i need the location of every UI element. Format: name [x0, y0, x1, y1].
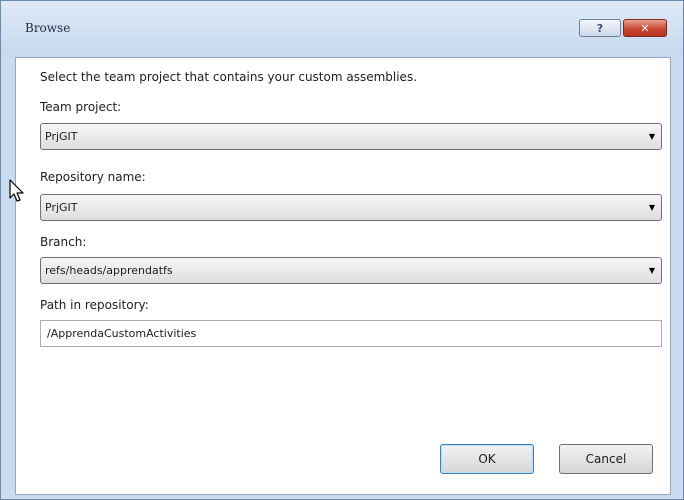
branch-label: Branch: — [40, 235, 87, 249]
browse-dialog-window: Browse ? ✕ Select the team project that … — [0, 0, 684, 500]
team-project-value: PrjGIT — [45, 130, 78, 143]
path-field[interactable] — [40, 320, 662, 347]
window-title: Browse — [25, 21, 71, 35]
chevron-down-icon: ▼ — [648, 266, 655, 275]
branch-dropdown[interactable]: refs/heads/apprendatfs ▼ — [40, 257, 662, 284]
chevron-down-icon: ▼ — [648, 132, 655, 141]
help-button[interactable]: ? — [579, 19, 621, 37]
chevron-down-icon: ▼ — [648, 203, 655, 212]
instruction-text: Select the team project that contains yo… — [40, 70, 418, 84]
help-icon: ? — [596, 21, 604, 35]
title-buttons: ? ✕ — [579, 19, 667, 37]
repository-name-label: Repository name: — [40, 170, 146, 184]
team-project-label: Team project: — [40, 100, 122, 114]
team-project-dropdown[interactable]: PrjGIT ▼ — [40, 123, 662, 150]
branch-value: refs/heads/apprendatfs — [45, 264, 173, 277]
ok-button[interactable]: OK — [440, 444, 534, 474]
mouse-cursor-icon — [9, 179, 24, 202]
title-bar[interactable]: Browse ? ✕ — [1, 1, 683, 57]
cancel-button[interactable]: Cancel — [559, 444, 653, 474]
close-button[interactable]: ✕ — [623, 19, 667, 37]
repository-name-dropdown[interactable]: PrjGIT ▼ — [40, 194, 662, 221]
repository-name-value: PrjGIT — [45, 201, 78, 214]
close-icon: ✕ — [640, 21, 650, 35]
path-label: Path in repository: — [40, 298, 149, 312]
dialog-client-area: Select the team project that contains yo… — [15, 57, 671, 495]
path-input[interactable] — [41, 321, 647, 345]
